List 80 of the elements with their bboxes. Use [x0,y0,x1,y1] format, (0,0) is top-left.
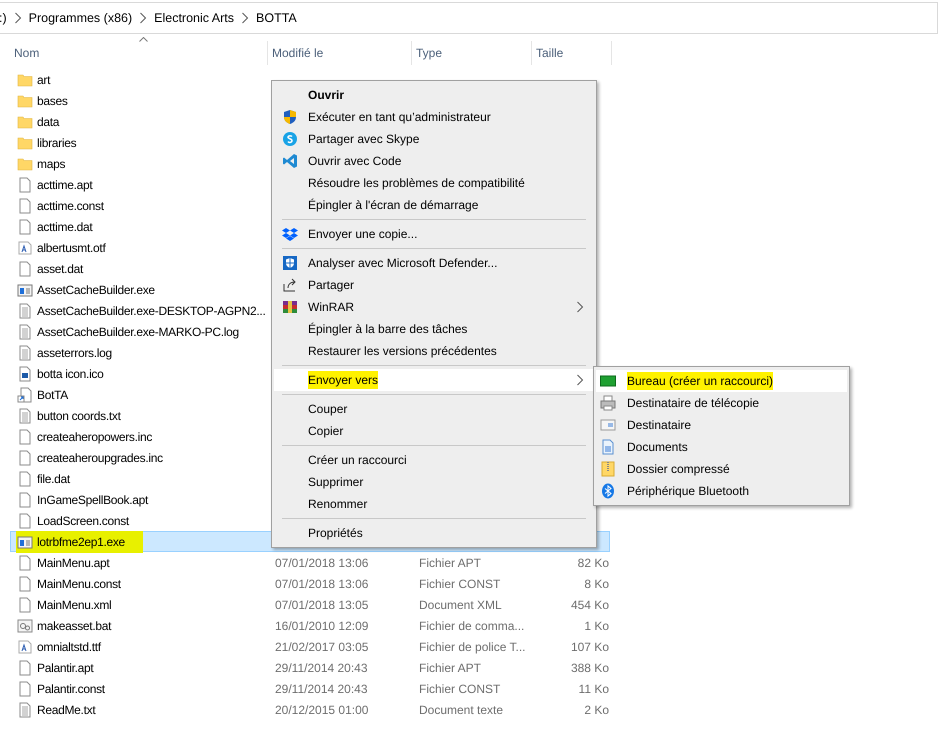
file-name: LoadScreen.const [16,510,131,532]
file-size: 388 Ko [570,660,609,676]
modified-date: 21/02/2017 03:05 [274,638,370,656]
menu-item-label: Bureau (créer un raccourci) [627,372,774,390]
file-name: botta icon.ico [16,362,106,384]
modified-date: 20/12/2015 01:00 [274,702,370,718]
file-name: InGameSpellBook.apt [16,488,150,510]
menu-item-label: Documents [627,439,688,456]
file-name: AssetCacheBuilder.exe-DESKTOP-AGPN2... [16,300,268,322]
menu-item-label: Dossier compressé [627,461,730,478]
file-name: MainMenu.apt [16,552,112,574]
file-type: Fichier APT [418,554,482,572]
file-size: 454 Ko [570,596,609,614]
menu-item-label: Envoyer une copie... [308,226,418,243]
modified-date: 29/11/2014 20:43 [274,680,369,698]
menu-item-label: Périphérique Bluetooth [627,483,750,500]
menu-item-label: WinRAR [308,299,354,316]
file-name: acttime.apt [16,174,94,196]
file-size: 107 Ko [570,638,609,656]
menu-item-label: Restaurer les versions précédentes [308,343,497,360]
file-name: acttime.const [16,194,106,216]
menu-item-label: Ouvrir avec Code [308,153,402,170]
menu-item-label: Épingler à l'écran de démarrage [308,197,478,214]
menu-item-label: Propriétés [308,525,363,542]
file-name: lotrbfme2ep1.exe [16,530,143,552]
file-name: createaheropowers.inc [16,426,154,448]
file-name: art [16,68,52,90]
file-name: albertusmt.otf [16,236,108,258]
file-type: Fichier APT [418,660,482,676]
file-size: 8 Ko [583,576,609,592]
file-name: asset.dat [16,258,85,280]
file-name: acttime.dat [16,216,94,238]
file-name: ReadMe.txt [16,698,98,720]
file-name: Palantir.apt [16,656,96,678]
file-name: MainMenu.xml [16,594,114,616]
file-type: Fichier CONST [418,576,502,592]
file-type: Document texte [418,702,504,718]
file-name: Palantir.const [16,678,107,700]
file-name: data [16,110,62,132]
file-size: 1 Ko [583,618,609,634]
menu-item-label: Copier [308,423,344,440]
file-name: AssetCacheBuilder.exe [16,278,157,300]
menu-item-label: Couper [308,401,348,418]
menu-item-label: Analyser avec Microsoft Defender... [308,255,498,272]
menu-item-label: Épingler à la barre des tâches [308,321,468,338]
menu-item-label: Ouvrir [308,87,344,104]
file-size: 2 Ko [583,702,609,718]
file-name: omnialtstd.ttf [16,636,103,658]
file-type: Fichier CONST [418,680,502,698]
file-size: 11 Ko [578,680,609,698]
file-size: 82 Ko [576,554,609,572]
menu-item-label: Envoyer vers [308,371,378,389]
menu-item-label: Exécuter en tant qu’administrateur [308,109,491,126]
file-name: button coords.txt [16,404,123,426]
file-name: MainMenu.const [16,572,123,594]
file-type: Fichier de comma... [418,618,526,634]
file-type: Fichier de police T... [418,638,526,656]
file-type: Document XML [418,596,503,614]
modified-date: 29/11/2014 20:43 [274,660,369,676]
menu-item-label: Partager avec Skype [308,131,420,148]
menu-item-label: Renommer [308,496,368,513]
modified-date: 07/01/2018 13:06 [274,576,370,592]
menu-item-label: Destinataire [627,417,692,434]
file-name: libraries [16,132,78,154]
menu-item-label: Résoudre les problèmes de compatibilité [308,175,525,192]
menu-item-label: Destinataire de télécopie [627,395,760,412]
file-name: createaheroupgrades.inc [16,446,165,468]
file-name: AssetCacheBuilder.exe-MARKO-PC.log [16,320,241,342]
menu-item-label: Créer un raccourci [308,452,407,469]
file-name: asseterrors.log [16,342,114,364]
file-name: BotTA [16,384,70,406]
modified-date: 07/01/2018 13:05 [274,596,370,614]
file-name: maps [16,152,68,174]
file-name: file.dat [16,468,72,490]
menu-item-label: Supprimer [308,474,364,491]
menu-item-label: Partager [308,277,354,294]
modified-date: 16/01/2010 12:09 [274,618,370,634]
file-name: makeasset.bat [16,614,114,636]
modified-date: 07/01/2018 13:06 [274,554,370,572]
file-name: bases [16,90,70,112]
